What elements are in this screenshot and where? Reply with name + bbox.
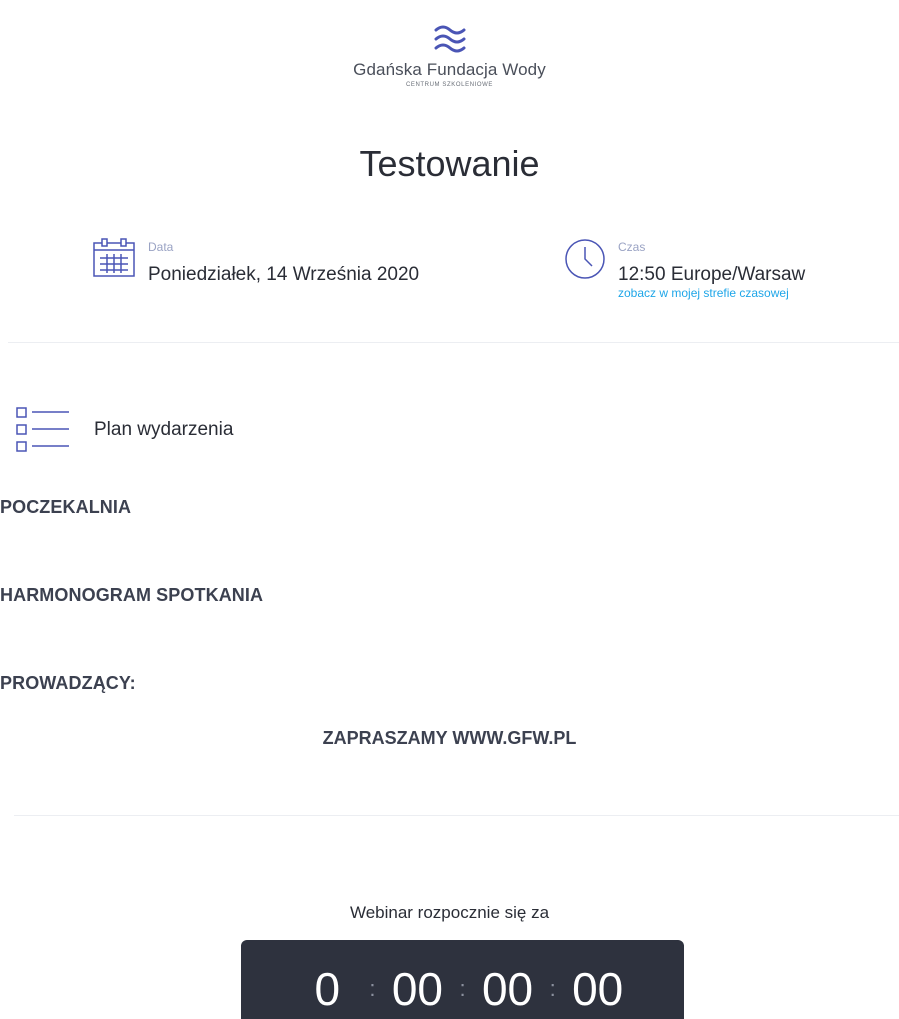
- time-value: 12:50 Europe/Warsaw: [618, 264, 806, 285]
- countdown-separator: :: [369, 976, 376, 1001]
- plan-item-hosts: PROWADZĄCY:: [0, 673, 136, 693]
- countdown-timer: 0 : 00 : 00 : 00: [241, 940, 684, 1019]
- date-label: Data: [148, 240, 174, 254]
- invitation-text: ZAPRASZAMY WWW.GFW.PL: [322, 728, 577, 748]
- countdown-separator: :: [459, 976, 466, 1001]
- countdown-hours: 00: [391, 963, 444, 1015]
- plan-label: Plan wydarzenia: [94, 419, 234, 440]
- divider: [8, 342, 899, 343]
- countdown-minutes: 00: [481, 963, 534, 1015]
- event-plan-header: Plan wydarzenia: [16, 405, 233, 455]
- list-icon: [16, 407, 69, 452]
- organization-logo: Gdańska Fundacja Wody CENTRUM SZKOLENIOW…: [0, 22, 899, 88]
- clock-icon: [565, 239, 605, 279]
- plan-item-schedule: HARMONOGRAM SPOTKANIA: [0, 585, 264, 605]
- event-date: Data Poniedziałek, 14 Września 2020: [92, 238, 419, 286]
- logo-name: Gdańska Fundacja Wody: [353, 60, 546, 79]
- countdown-days: 0: [314, 963, 341, 1015]
- plan-item-waiting-room: POCZEKALNIA: [0, 497, 132, 517]
- countdown-label: Webinar rozpocznie się za: [349, 903, 550, 922]
- time-label: Czas: [618, 240, 646, 254]
- local-timezone-link[interactable]: zobacz w mojej strefie czasowej: [618, 286, 805, 300]
- countdown-separator: :: [549, 976, 556, 1001]
- date-value: Poniedziałek, 14 Września 2020: [148, 264, 420, 285]
- event-title: Testowanie: [359, 143, 540, 184]
- event-time: Czas 12:50 Europe/Warsaw zobacz w mojej …: [564, 238, 805, 300]
- calendar-icon: [93, 238, 135, 277]
- countdown-seconds: 00: [572, 963, 624, 1015]
- waves-logo-icon: [434, 25, 465, 53]
- logo-subtitle: CENTRUM SZKOLENIOWE: [405, 82, 494, 88]
- divider: [14, 815, 899, 816]
- event-page: Gdańska Fundacja Wody CENTRUM SZKOLENIOW…: [0, 0, 899, 1019]
